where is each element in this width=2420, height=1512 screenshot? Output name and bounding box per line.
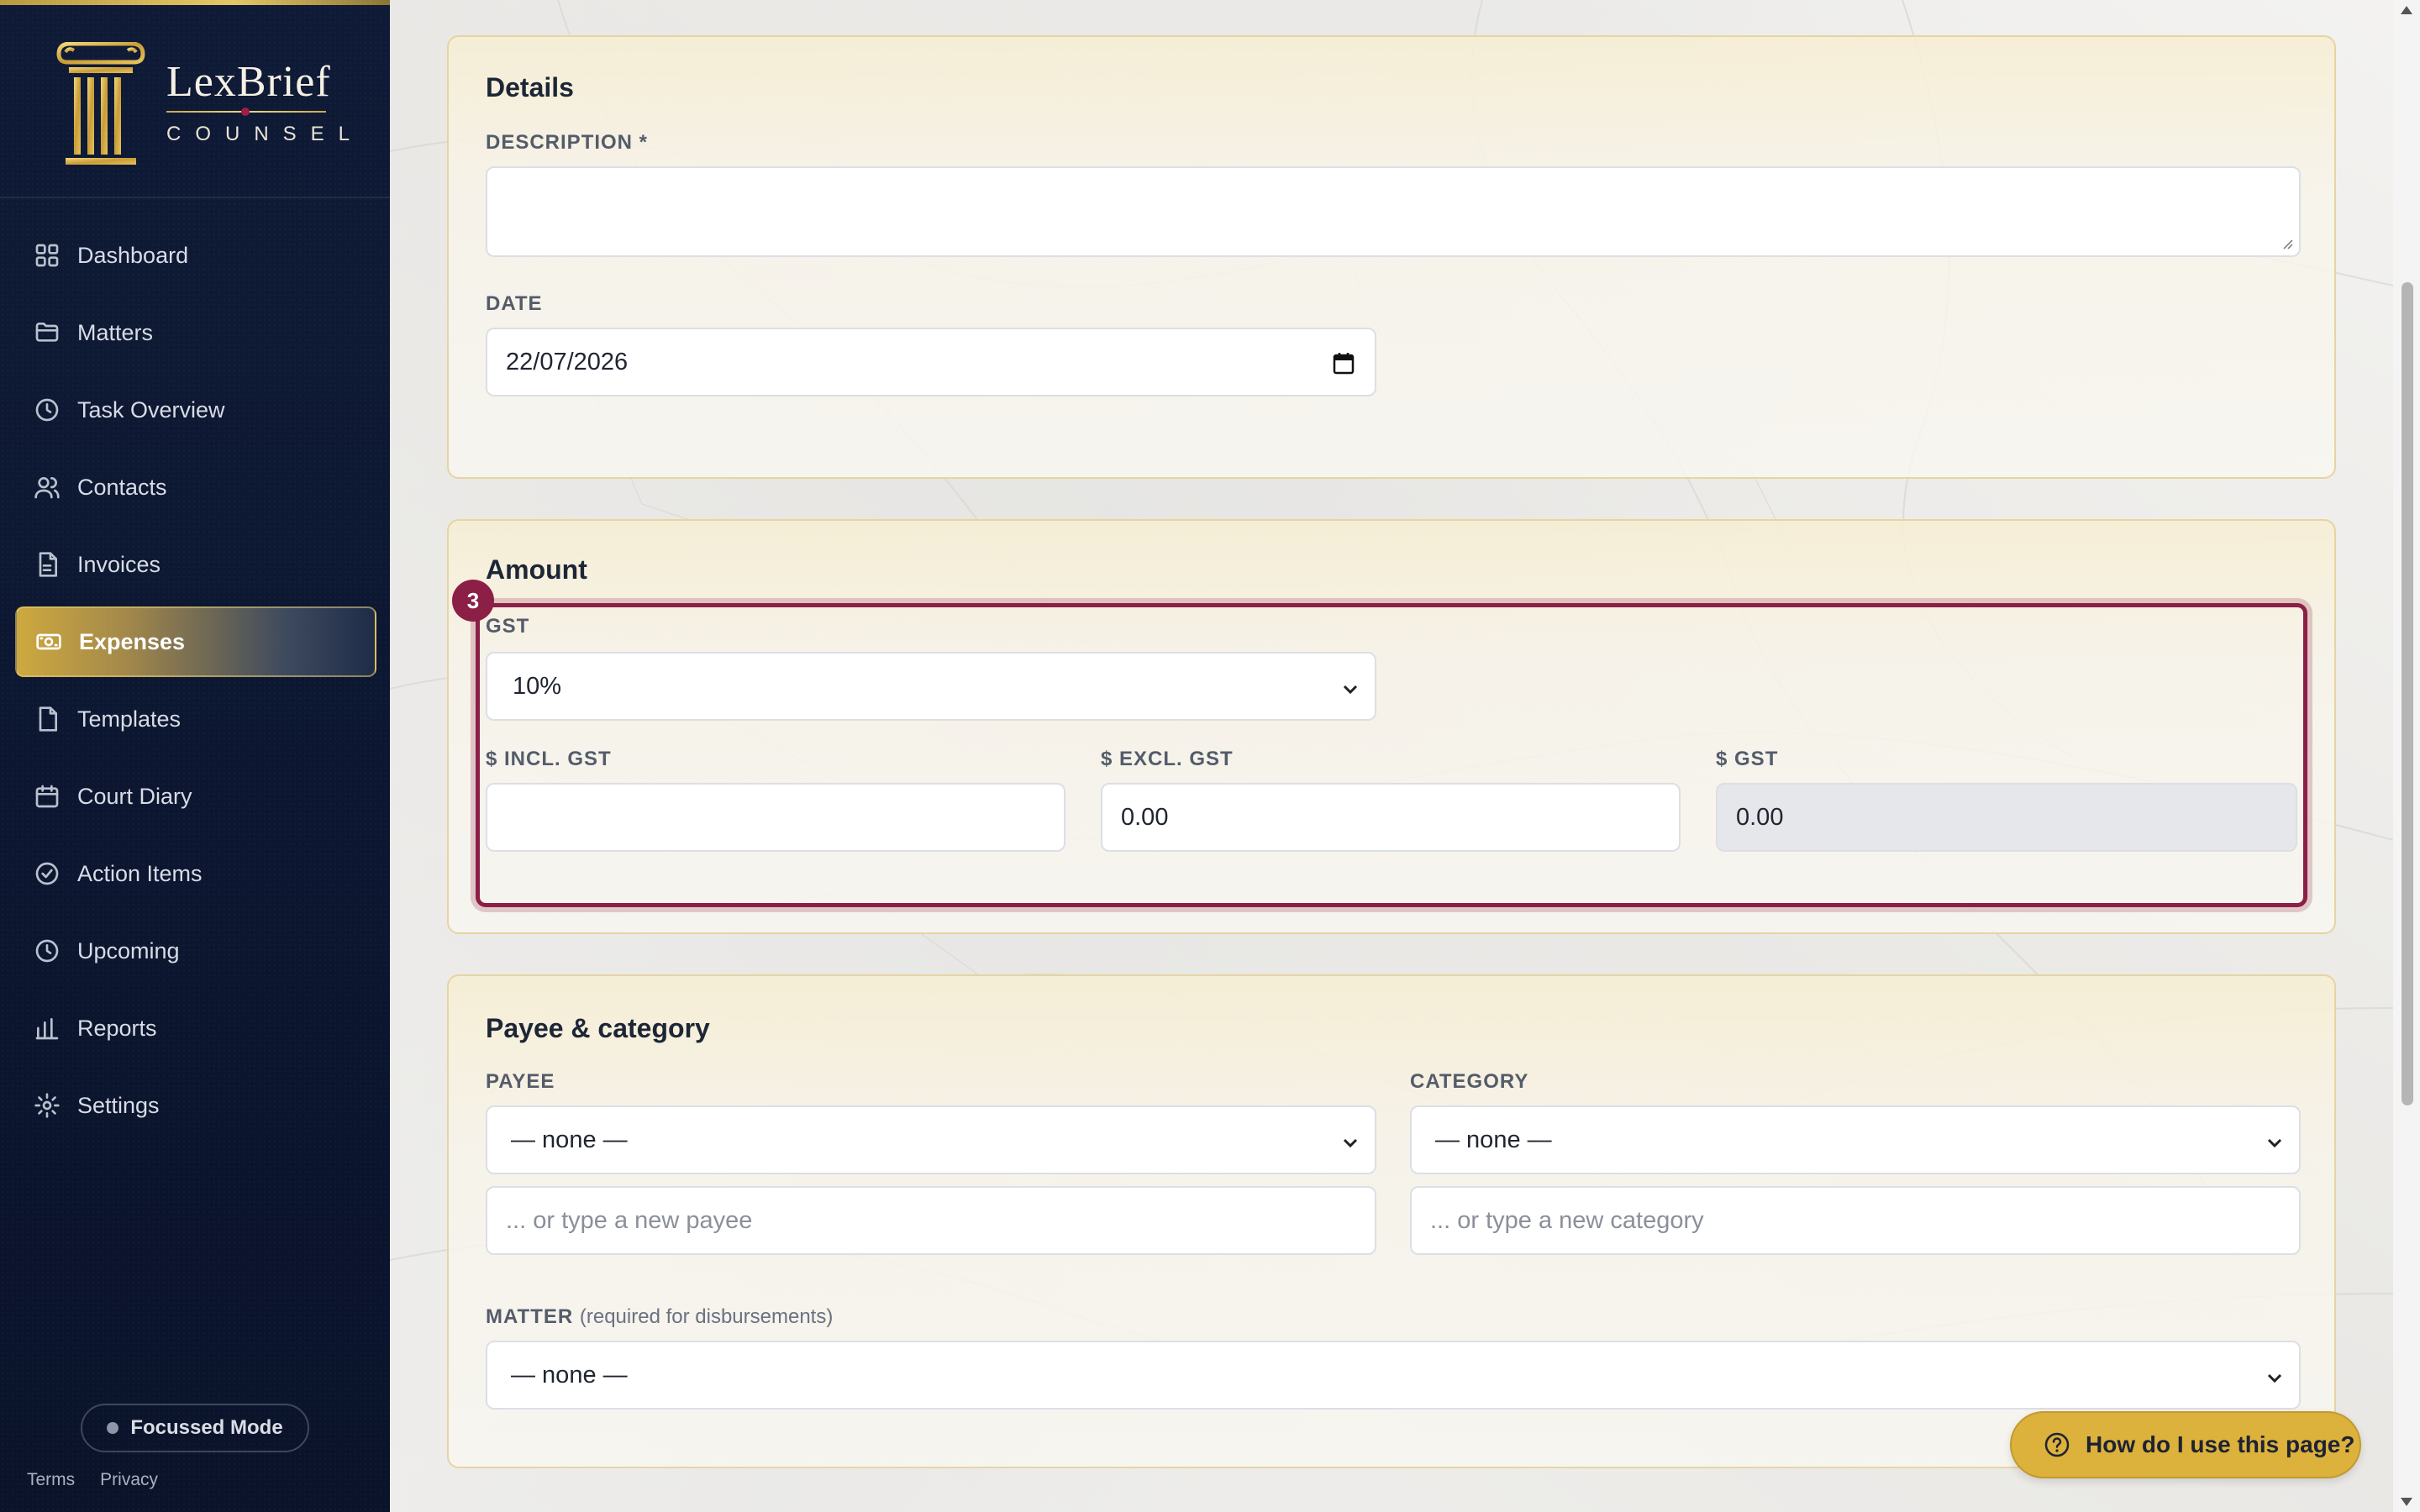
payee-select[interactable]: — none — <box>486 1105 1376 1174</box>
new-category-placeholder: ... or type a new category <box>1430 1206 1704 1234</box>
amount-title: Amount <box>486 554 587 585</box>
matter-label-note: (required for disbursements) <box>579 1305 834 1328</box>
sidebar-item-label: Court Diary <box>77 783 192 809</box>
new-payee-input[interactable]: ... or type a new payee <box>486 1186 1376 1255</box>
scroll-down-icon[interactable] <box>2400 1497 2413 1507</box>
category-select-value: — none — <box>1435 1126 1552 1153</box>
sidebar-item-label: Task Overview <box>77 396 225 423</box>
step-badge: 3 <box>452 580 494 622</box>
matter-label-text: MATTER <box>486 1305 574 1328</box>
focussed-mode-label: Focussed Mode <box>130 1416 283 1439</box>
date-input[interactable]: 22/07/2026 <box>486 328 1376 396</box>
terms-link[interactable]: Terms <box>27 1470 75 1490</box>
chevron-down-icon <box>2265 1131 2284 1149</box>
users-icon <box>34 474 60 501</box>
gear-icon <box>34 1092 60 1119</box>
date-value: 22/07/2026 <box>506 348 629 375</box>
sidebar-item-label: Settings <box>77 1092 160 1118</box>
focussed-mode-button[interactable]: Focussed Mode <box>81 1404 309 1452</box>
app-root: LexBrief COUNSEL Dashboard Matters Task … <box>0 0 2420 1512</box>
sidebar-item-label: Contacts <box>77 474 167 500</box>
sidebar-item-matters[interactable]: Matters <box>15 297 376 368</box>
cash-icon <box>35 628 62 655</box>
resize-grip-icon[interactable] <box>2281 237 2294 250</box>
description-label: DESCRIPTION * <box>486 131 649 154</box>
category-select[interactable]: — none — <box>1410 1105 2301 1174</box>
clock-icon <box>34 396 60 423</box>
sidebar-item-action-items[interactable]: Action Items <box>15 838 376 909</box>
bar-chart-icon <box>34 1015 60 1042</box>
step-highlight-frame <box>476 603 2307 907</box>
category-label: CATEGORY <box>1410 1070 1529 1093</box>
clock-icon <box>34 937 60 964</box>
help-button[interactable]: How do I use this page? <box>2010 1411 2361 1478</box>
calendar-picker-icon[interactable] <box>1333 351 1355 375</box>
brand-name: LexBrief <box>166 58 331 106</box>
question-circle-icon <box>2044 1432 2070 1457</box>
sidebar-item-settings[interactable]: Settings <box>15 1070 376 1141</box>
document-icon <box>34 551 60 578</box>
brand-header[interactable]: LexBrief COUNSEL <box>0 5 390 198</box>
check-circle-icon <box>34 860 60 887</box>
sidebar-item-label: Upcoming <box>77 937 180 963</box>
matter-select[interactable]: — none — <box>486 1341 2301 1410</box>
new-payee-placeholder: ... or type a new payee <box>506 1206 753 1234</box>
sidebar-item-label: Invoices <box>77 551 161 577</box>
payee-category-card: Payee & category PAYEE — none — ... or t… <box>447 974 2336 1468</box>
file-icon <box>34 706 60 732</box>
details-title: Details <box>486 72 574 102</box>
folder-icon <box>34 319 60 346</box>
payee-category-title: Payee & category <box>486 1013 710 1043</box>
sidebar-item-label: Action Items <box>77 860 203 886</box>
sidebar-item-court-diary[interactable]: Court Diary <box>15 761 376 832</box>
footer-links: Terms Privacy <box>27 1470 158 1490</box>
scrollbar-thumb[interactable] <box>2402 282 2413 1105</box>
sidebar-item-templates[interactable]: Templates <box>15 684 376 754</box>
chevron-down-icon <box>1341 1131 1360 1149</box>
details-card: Details DESCRIPTION * DATE 22/07/2026 <box>447 35 2336 479</box>
sidebar-item-label: Dashboard <box>77 242 189 268</box>
sidebar-item-expenses[interactable]: Expenses <box>15 606 376 677</box>
sidebar-item-contacts[interactable]: Contacts <box>15 452 376 522</box>
grid-icon <box>34 242 60 269</box>
sidebar-item-task-overview[interactable]: Task Overview <box>15 375 376 445</box>
new-category-input[interactable]: ... or type a new category <box>1410 1186 2301 1255</box>
scroll-up-icon[interactable] <box>2400 5 2413 15</box>
help-button-label: How do I use this page? <box>2086 1431 2355 1457</box>
calendar-icon <box>34 783 60 810</box>
pillar-logo-icon <box>56 42 145 165</box>
brand-dot <box>241 108 250 116</box>
chevron-down-icon <box>2265 1366 2284 1384</box>
matter-select-value: — none — <box>511 1361 628 1389</box>
matter-label: MATTER (required for disbursements) <box>486 1305 833 1329</box>
date-label: DATE <box>486 292 543 315</box>
sidebar-item-dashboard[interactable]: Dashboard <box>15 220 376 291</box>
sidebar-item-label: Expenses <box>79 628 186 654</box>
sidebar-item-invoices[interactable]: Invoices <box>15 529 376 600</box>
scrollbar[interactable] <box>2393 0 2420 1512</box>
sidebar: LexBrief COUNSEL Dashboard Matters Task … <box>0 0 390 1512</box>
payee-label: PAYEE <box>486 1070 555 1093</box>
sidebar-item-label: Templates <box>77 706 182 732</box>
status-dot-icon <box>107 1422 119 1434</box>
sidebar-item-label: Matters <box>77 319 154 345</box>
sidebar-item-reports[interactable]: Reports <box>15 993 376 1063</box>
description-textarea[interactable] <box>486 166 2301 257</box>
sidebar-item-label: Reports <box>77 1015 157 1041</box>
brand-subtitle: COUNSEL <box>166 123 365 145</box>
payee-select-value: — none — <box>511 1126 628 1153</box>
privacy-link[interactable]: Privacy <box>100 1470 158 1490</box>
sidebar-item-upcoming[interactable]: Upcoming <box>15 916 376 986</box>
